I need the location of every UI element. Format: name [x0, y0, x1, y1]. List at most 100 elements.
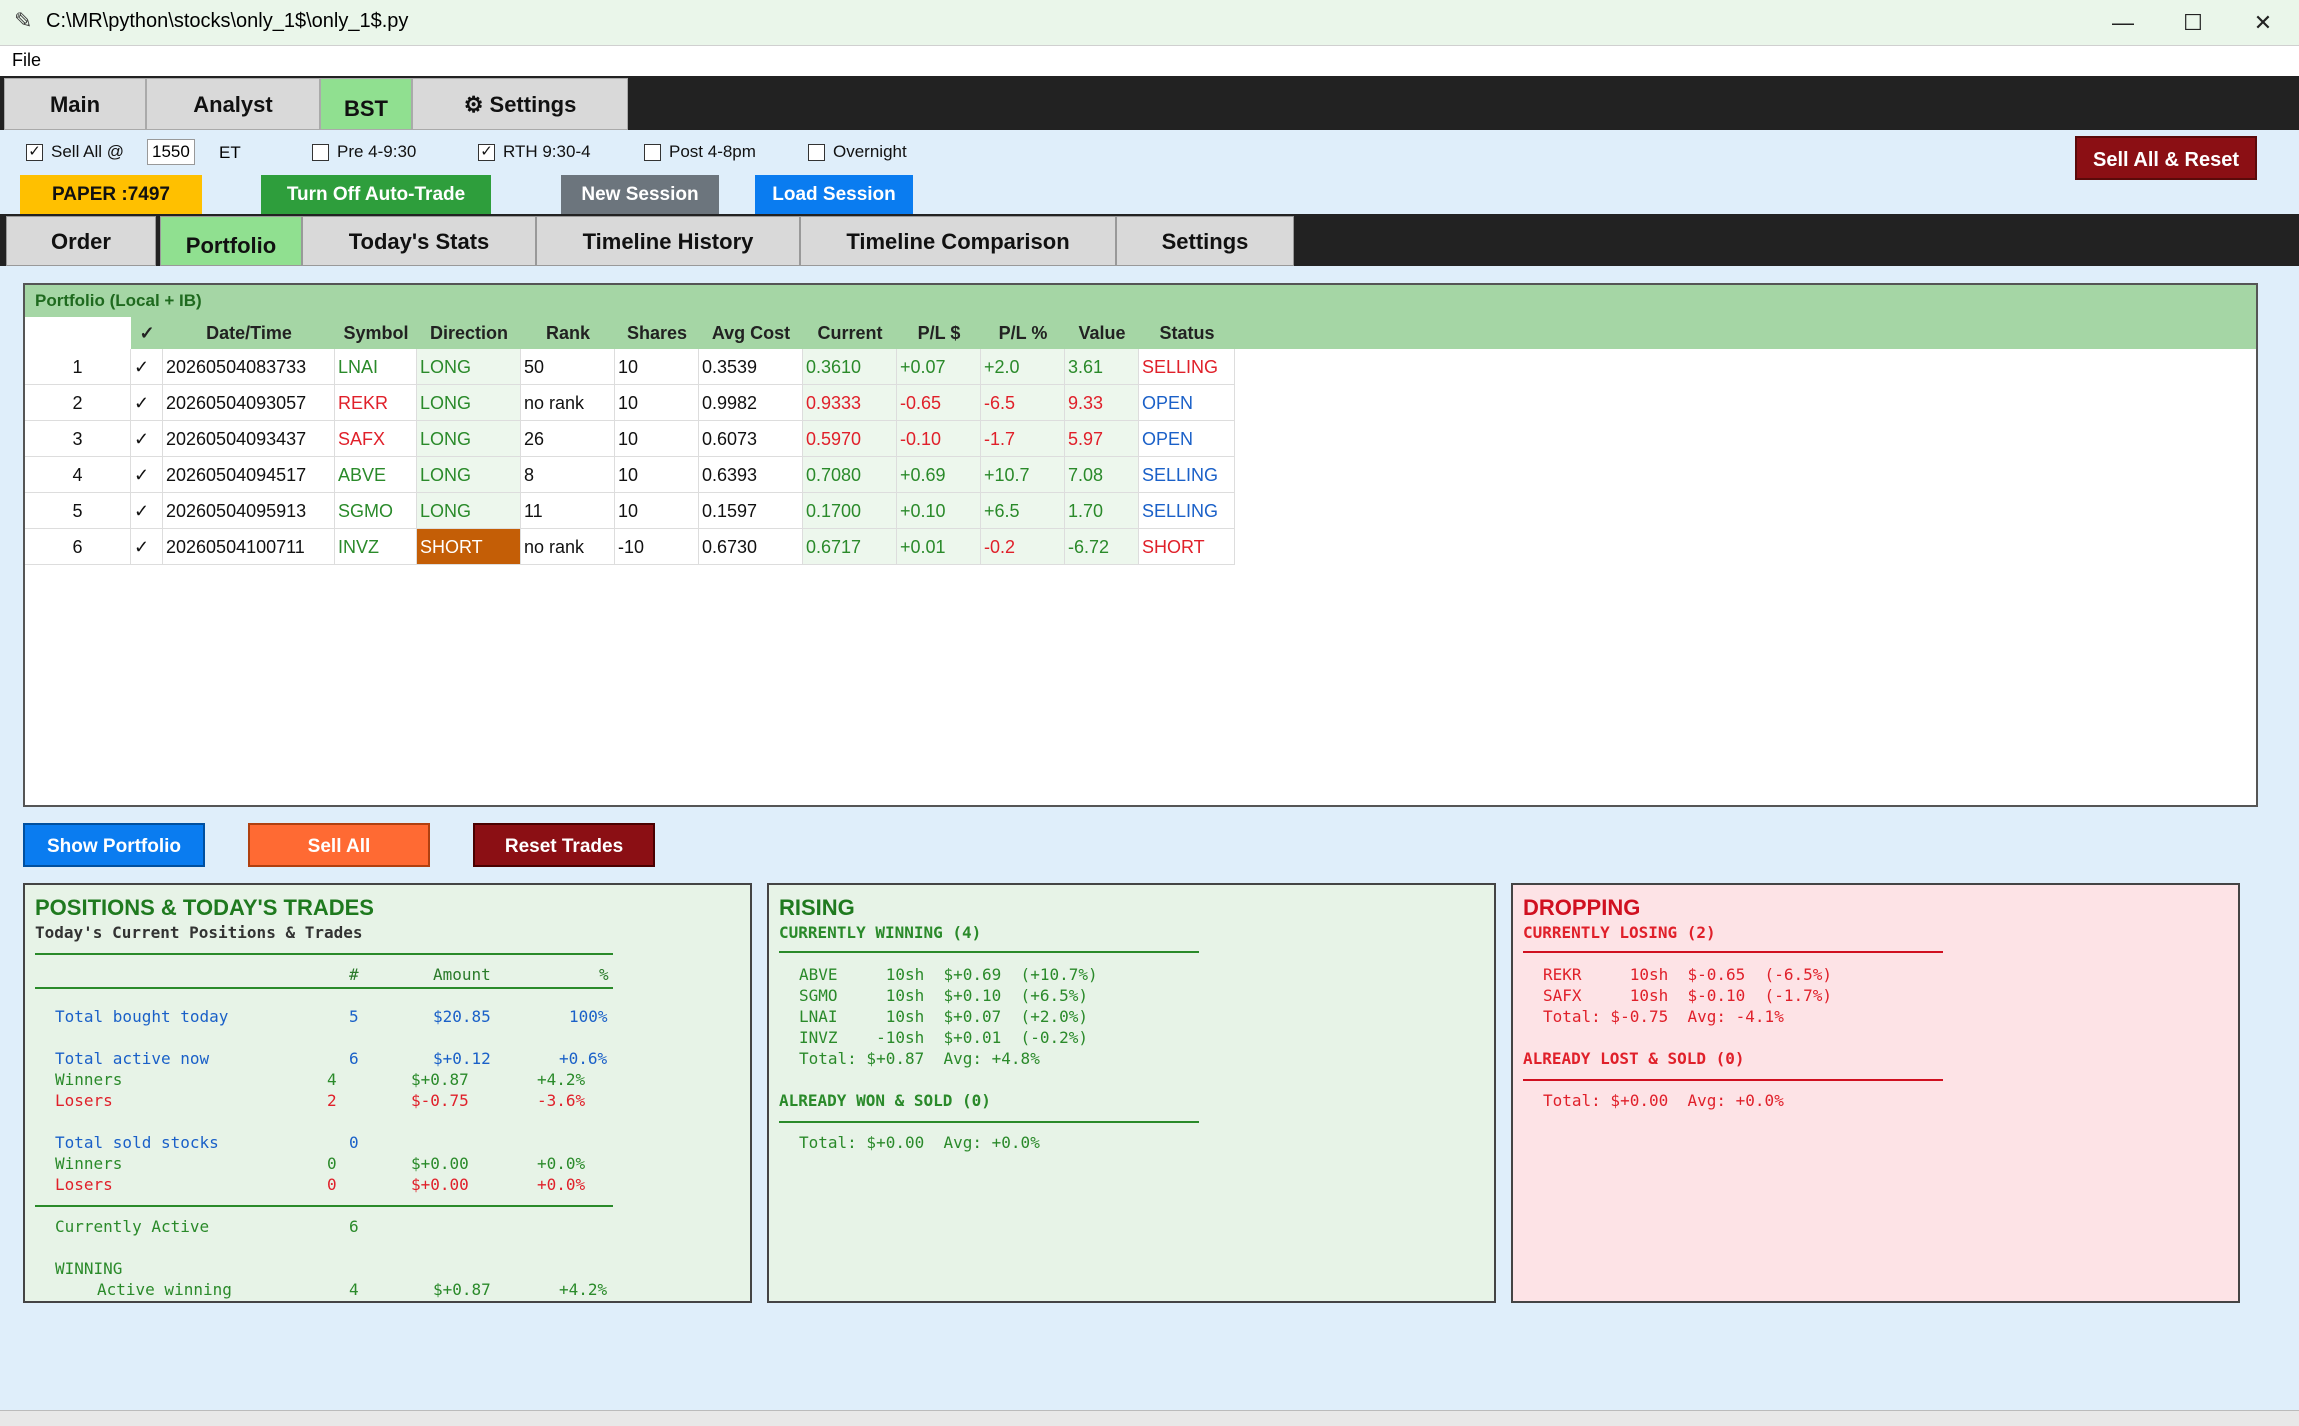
overnight-checkbox[interactable]: Overnight	[808, 142, 907, 162]
cell-direction[interactable]: LONG	[417, 457, 521, 493]
col-direction[interactable]: Direction	[417, 323, 521, 344]
tab-timeline-comparison[interactable]: Timeline Comparison	[800, 216, 1116, 266]
post-market-checkbox[interactable]: Post 4-8pm	[644, 142, 756, 162]
col-status[interactable]: Status	[1139, 323, 1235, 344]
new-session-button[interactable]: New Session	[561, 175, 719, 215]
cell-pl-dollar[interactable]: +0.69	[897, 457, 981, 493]
row-number[interactable]: 2	[25, 385, 131, 421]
rth-checkbox[interactable]: ✓ RTH 9:30-4	[478, 142, 591, 162]
cell-value[interactable]: 7.08	[1065, 457, 1139, 493]
tab-timeline-history[interactable]: Timeline History	[536, 216, 800, 266]
cell-avg-cost[interactable]: 0.6073	[699, 421, 803, 457]
tab-settings[interactable]: ⚙ Settings	[412, 78, 628, 130]
cell-current[interactable]: 0.5970	[803, 421, 897, 457]
cell-shares[interactable]: -10	[615, 529, 699, 565]
cell-pl-pct[interactable]: -1.7	[981, 421, 1065, 457]
cell-direction[interactable]: LONG	[417, 385, 521, 421]
row-check[interactable]: ✓	[131, 385, 163, 421]
cell-value[interactable]: 9.33	[1065, 385, 1139, 421]
auto-trade-button[interactable]: Turn Off Auto-Trade	[261, 175, 491, 215]
cell-rank[interactable]: no rank	[521, 529, 615, 565]
menu-file[interactable]: File	[12, 50, 41, 71]
cell-pl-pct[interactable]: -0.2	[981, 529, 1065, 565]
sell-all-time-input[interactable]: 1550	[147, 139, 195, 165]
cell-pl-dollar[interactable]: +0.07	[897, 349, 981, 385]
cell-avg-cost[interactable]: 0.1597	[699, 493, 803, 529]
col-value[interactable]: Value	[1065, 323, 1139, 344]
pre-market-checkbox[interactable]: Pre 4-9:30	[312, 142, 416, 162]
cell-symbol[interactable]: REKR	[335, 385, 417, 421]
cell-current[interactable]: 0.6717	[803, 529, 897, 565]
cell-direction[interactable]: LONG	[417, 493, 521, 529]
cell-datetime[interactable]: 20260504100711	[163, 529, 335, 565]
row-number[interactable]: 1	[25, 349, 131, 385]
cell-rank[interactable]: 26	[521, 421, 615, 457]
cell-shares[interactable]: 10	[615, 457, 699, 493]
row-check[interactable]: ✓	[131, 421, 163, 457]
show-portfolio-button[interactable]: Show Portfolio	[23, 823, 205, 867]
cell-current[interactable]: 0.1700	[803, 493, 897, 529]
col-pl-dollar[interactable]: P/L $	[897, 323, 981, 344]
sell-all-reset-button[interactable]: Sell All & Reset	[2075, 136, 2257, 180]
cell-shares[interactable]: 10	[615, 385, 699, 421]
cell-avg-cost[interactable]: 0.6730	[699, 529, 803, 565]
cell-pl-dollar[interactable]: +0.10	[897, 493, 981, 529]
row-check[interactable]: ✓	[131, 349, 163, 385]
cell-rank[interactable]: 11	[521, 493, 615, 529]
col-shares[interactable]: Shares	[615, 323, 699, 344]
cell-pl-pct[interactable]: +6.5	[981, 493, 1065, 529]
cell-symbol[interactable]: ABVE	[335, 457, 417, 493]
col-check[interactable]: ✓	[131, 323, 163, 344]
close-button[interactable]: ✕	[2228, 0, 2298, 46]
cell-rank[interactable]: no rank	[521, 385, 615, 421]
cell-avg-cost[interactable]: 0.3539	[699, 349, 803, 385]
cell-shares[interactable]: 10	[615, 349, 699, 385]
tab-bst[interactable]: BST	[320, 78, 412, 130]
col-avg-cost[interactable]: Avg Cost	[699, 323, 803, 344]
col-rank[interactable]: Rank	[521, 323, 615, 344]
cell-symbol[interactable]: SGMO	[335, 493, 417, 529]
row-check[interactable]: ✓	[131, 493, 163, 529]
cell-avg-cost[interactable]: 0.6393	[699, 457, 803, 493]
tab-inner-settings[interactable]: Settings	[1116, 216, 1294, 266]
cell-current[interactable]: 0.3610	[803, 349, 897, 385]
sell-all-button[interactable]: Sell All	[248, 823, 430, 867]
tab-order[interactable]: Order	[6, 216, 156, 266]
cell-status[interactable]: SELLING	[1139, 349, 1235, 385]
cell-status[interactable]: OPEN	[1139, 385, 1235, 421]
cell-current[interactable]: 0.7080	[803, 457, 897, 493]
cell-pl-dollar[interactable]: -0.65	[897, 385, 981, 421]
cell-shares[interactable]: 10	[615, 493, 699, 529]
cell-status[interactable]: SELLING	[1139, 457, 1235, 493]
col-current[interactable]: Current	[803, 323, 897, 344]
cell-symbol[interactable]: LNAI	[335, 349, 417, 385]
cell-symbol[interactable]: SAFX	[335, 421, 417, 457]
cell-rank[interactable]: 50	[521, 349, 615, 385]
cell-pl-pct[interactable]: -6.5	[981, 385, 1065, 421]
tab-main[interactable]: Main	[4, 78, 146, 130]
maximize-button[interactable]: ☐	[2158, 0, 2228, 46]
sell-all-checkbox-group[interactable]: ✓ Sell All @	[26, 142, 124, 162]
row-check[interactable]: ✓	[131, 529, 163, 565]
row-number[interactable]: 6	[25, 529, 131, 565]
cell-status[interactable]: SHORT	[1139, 529, 1235, 565]
cell-direction[interactable]: SHORT	[417, 529, 521, 565]
tab-portfolio[interactable]: Portfolio	[160, 216, 302, 266]
col-pl-pct[interactable]: P/L %	[981, 323, 1065, 344]
cell-datetime[interactable]: 20260504093437	[163, 421, 335, 457]
col-symbol[interactable]: Symbol	[335, 323, 417, 344]
sell-all-checkbox[interactable]: ✓	[26, 143, 43, 161]
load-session-button[interactable]: Load Session	[755, 175, 913, 215]
post-checkbox-box[interactable]	[644, 143, 661, 161]
tab-analyst[interactable]: Analyst	[146, 78, 320, 130]
cell-datetime[interactable]: 20260504083733	[163, 349, 335, 385]
cell-avg-cost[interactable]: 0.9982	[699, 385, 803, 421]
pre-checkbox-box[interactable]	[312, 143, 329, 161]
cell-shares[interactable]: 10	[615, 421, 699, 457]
cell-value[interactable]: 5.97	[1065, 421, 1139, 457]
cell-status[interactable]: SELLING	[1139, 493, 1235, 529]
minimize-button[interactable]: —	[2088, 0, 2158, 46]
row-number[interactable]: 5	[25, 493, 131, 529]
row-number[interactable]: 3	[25, 421, 131, 457]
col-datetime[interactable]: Date/Time	[163, 323, 335, 344]
